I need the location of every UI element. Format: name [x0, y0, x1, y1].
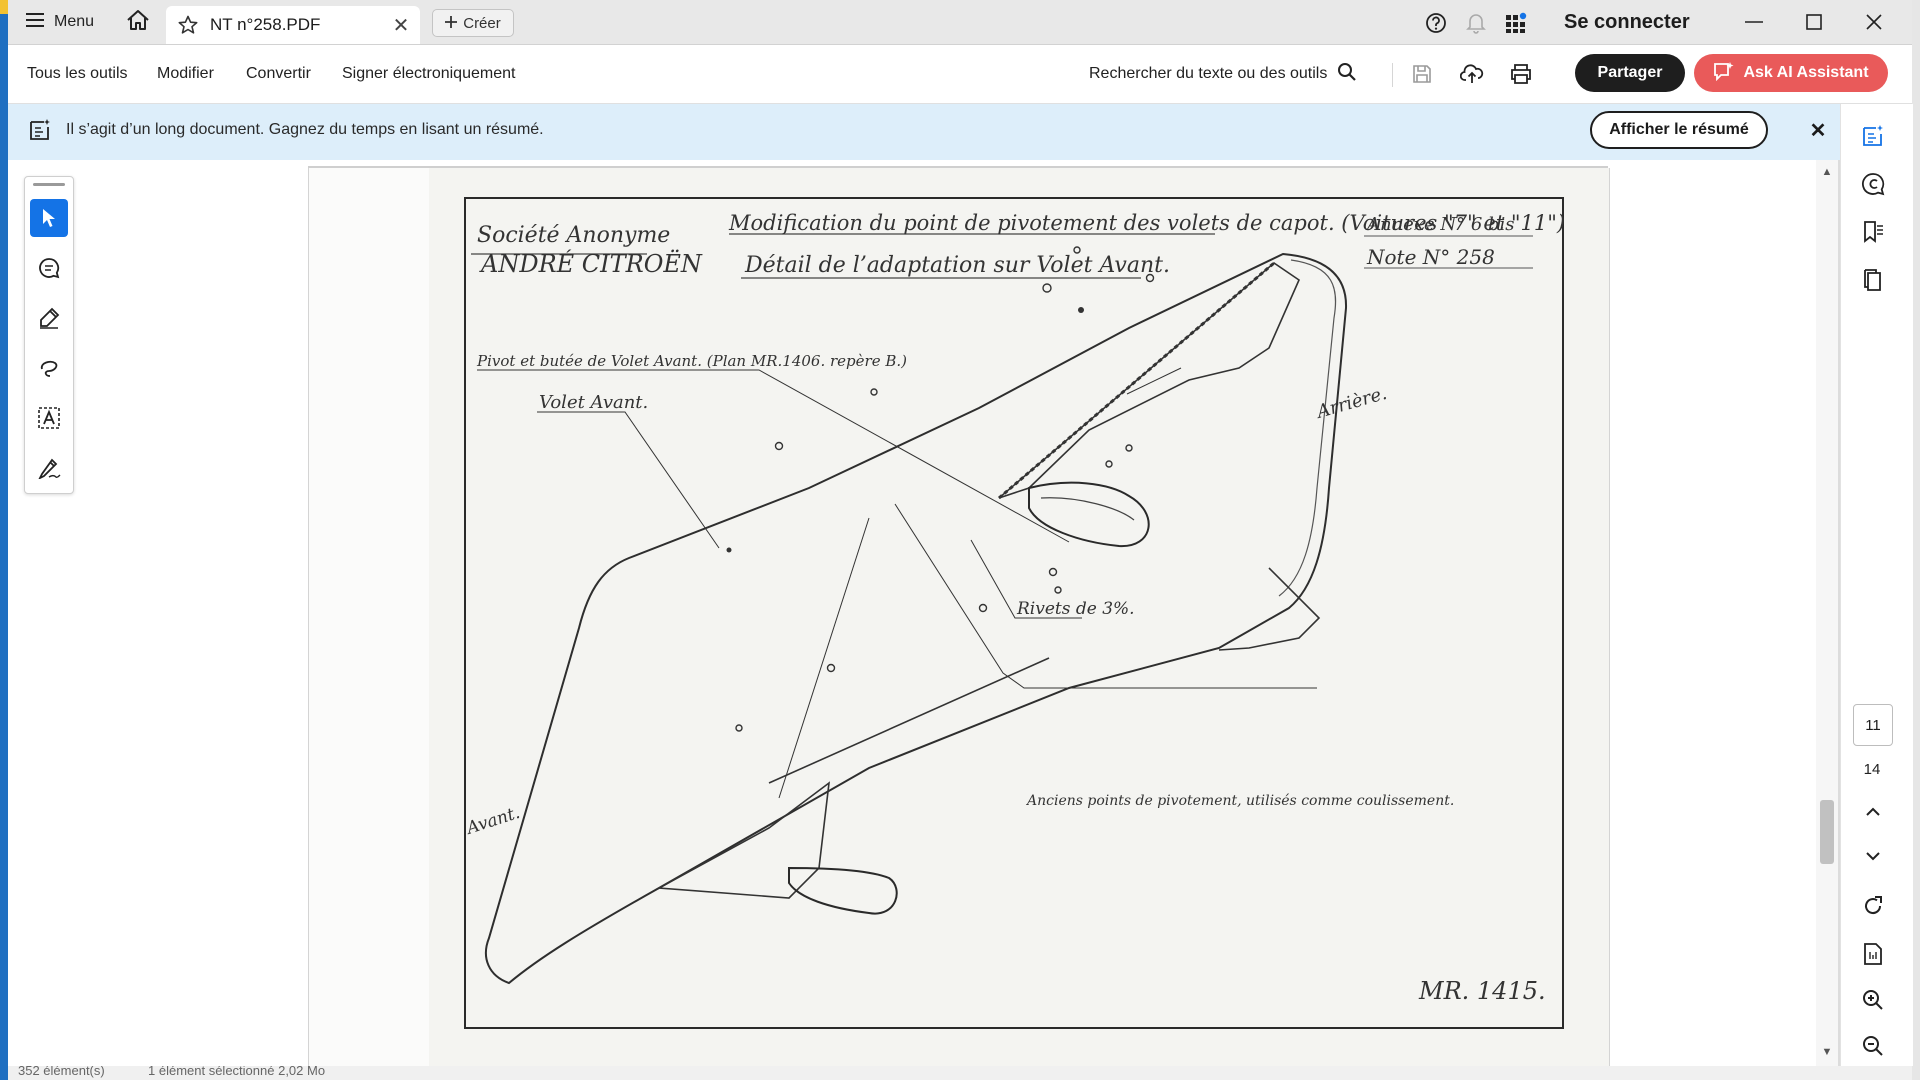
- explorer-status-bar: 352 élément(s) 1 élément sélectionné 2,0…: [8, 1066, 1912, 1080]
- label-avant: Avant.: [462, 803, 522, 839]
- scroll-down-arrow-icon[interactable]: ▼: [1819, 1044, 1835, 1060]
- fit-page-icon[interactable]: [1859, 940, 1887, 968]
- summary-note-icon: [28, 118, 52, 147]
- select-tool-icon[interactable]: [30, 199, 68, 237]
- right-side-panel: 11 14: [1840, 104, 1913, 1066]
- highlight-tool-icon[interactable]: [30, 299, 68, 337]
- document-tab[interactable]: NT n°258.PDF ✕: [166, 6, 420, 44]
- pdf-page: Société Anonyme ANDRÉ CITROËN Modificati…: [308, 168, 1610, 1066]
- apps-grid-icon[interactable]: [1504, 11, 1528, 35]
- comments-panel-icon[interactable]: [1859, 170, 1887, 198]
- show-summary-button[interactable]: Afficher le résumé: [1590, 111, 1768, 149]
- banner-message: Il s’agit d’un long document. Gagnez du …: [66, 121, 544, 138]
- drawing-note-ref: Note N° 258: [1366, 245, 1495, 269]
- summary-banner: Il s’agit d’un long document. Gagnez du …: [8, 104, 1842, 160]
- drawing-company-line1: Société Anonyme: [477, 223, 670, 248]
- panel-grip[interactable]: [33, 183, 65, 186]
- search-tools[interactable]: Rechercher du texte ou des outils: [1089, 45, 1357, 103]
- toolbar-divider: [1392, 63, 1393, 87]
- total-pages: 14: [1863, 760, 1881, 778]
- bell-icon[interactable]: [1464, 11, 1488, 35]
- upload-cloud-icon[interactable]: [1460, 62, 1484, 86]
- current-page-input[interactable]: 11: [1853, 704, 1893, 746]
- sign-tool-icon[interactable]: [30, 449, 68, 487]
- selection-info: 1 élément sélectionné 2,02 Mo: [148, 1066, 326, 1078]
- scrollbar-thumb[interactable]: [1820, 800, 1834, 864]
- tool-edit[interactable]: Modifier: [157, 45, 214, 103]
- scanned-drawing: Société Anonyme ANDRÉ CITROËN Modificati…: [429, 168, 1609, 1066]
- minimize-icon[interactable]: [1736, 8, 1772, 36]
- zoom-in-icon[interactable]: [1859, 986, 1887, 1014]
- close-window-icon[interactable]: [1856, 8, 1892, 36]
- tab-title: NT n°258.PDF: [210, 15, 321, 34]
- summary-panel-icon[interactable]: [1859, 122, 1887, 150]
- menu-label: Menu: [54, 13, 95, 30]
- zoom-out-icon[interactable]: [1859, 1032, 1887, 1060]
- pages-panel-icon[interactable]: [1859, 266, 1887, 294]
- drawing-annexe-ref: Annexe N° 6 bis: [1365, 214, 1515, 235]
- ai-assistant-icon: [1713, 61, 1735, 86]
- drawing-company-line2: ANDRÉ CITROËN: [479, 249, 703, 278]
- maximize-icon[interactable]: [1796, 8, 1832, 36]
- bookmarks-panel-icon[interactable]: [1859, 218, 1887, 246]
- home-icon: [126, 9, 150, 36]
- vertical-scrollbar[interactable]: ▲ ▼: [1816, 160, 1838, 1066]
- items-count: 352 élément(s): [18, 1066, 105, 1078]
- help-icon[interactable]: [1424, 11, 1448, 35]
- ai-assistant-label: Ask AI Assistant: [1743, 64, 1869, 81]
- main-toolbar: Tous les outils Modifier Convertir Signe…: [8, 45, 1912, 104]
- rotate-icon[interactable]: [1859, 892, 1887, 920]
- sign-in-link[interactable]: Se connecter: [1564, 0, 1690, 44]
- scroll-up-arrow-icon[interactable]: ▲: [1819, 164, 1835, 180]
- label-volet-avant: Volet Avant.: [539, 392, 648, 413]
- tool-convert[interactable]: Convertir: [246, 45, 311, 103]
- print-icon[interactable]: [1509, 62, 1533, 86]
- title-bar: Menu NT n°258.PDF ✕ Créer Se connecter: [8, 0, 1912, 45]
- star-icon[interactable]: [178, 15, 200, 35]
- desktop-edge-left: [0, 0, 8, 1080]
- label-anciens-points: Anciens points de pivotement, utilisés c…: [1025, 793, 1454, 809]
- desktop-edge-right: [1912, 0, 1920, 1080]
- home-button[interactable]: [120, 0, 156, 44]
- document-viewport[interactable]: Société Anonyme ANDRÉ CITROËN Modificati…: [8, 160, 1816, 1066]
- menu-button[interactable]: Menu: [26, 0, 94, 44]
- comment-tool-icon[interactable]: [30, 249, 68, 287]
- plus-icon: [445, 15, 458, 32]
- label-rivets: Rivets de 3%.: [1016, 599, 1135, 619]
- drawing-reference: MR. 1415.: [1418, 977, 1546, 1005]
- technical-drawing: Société Anonyme ANDRÉ CITROËN Modificati…: [462, 197, 1565, 1029]
- close-tab-icon[interactable]: ✕: [388, 13, 414, 38]
- draw-freeform-icon[interactable]: [30, 349, 68, 387]
- search-label: Rechercher du texte ou des outils: [1089, 65, 1328, 82]
- tool-all-tools[interactable]: Tous les outils: [27, 45, 128, 103]
- annotation-tools-panel: [24, 176, 74, 494]
- search-icon: [1337, 62, 1357, 87]
- label-pivot: Pivot et butée de Volet Avant. (Plan MR.…: [476, 352, 907, 370]
- label-arriere: Arrière.: [1313, 383, 1390, 423]
- save-icon[interactable]: [1410, 62, 1434, 86]
- drawing-title-line2: Détail de l’adaptation sur Volet Avant.: [744, 253, 1170, 278]
- hamburger-icon: [26, 12, 44, 32]
- close-banner-icon[interactable]: ✕: [1802, 114, 1834, 146]
- text-box-tool-icon[interactable]: [30, 399, 68, 437]
- create-label: Créer: [463, 14, 501, 32]
- ai-assistant-button[interactable]: Ask AI Assistant: [1694, 54, 1888, 92]
- next-page-icon[interactable]: [1859, 842, 1887, 870]
- tool-esign[interactable]: Signer électroniquement: [342, 45, 515, 103]
- share-button[interactable]: Partager: [1575, 54, 1685, 92]
- create-button[interactable]: Créer: [432, 9, 514, 37]
- previous-page-icon[interactable]: [1859, 798, 1887, 826]
